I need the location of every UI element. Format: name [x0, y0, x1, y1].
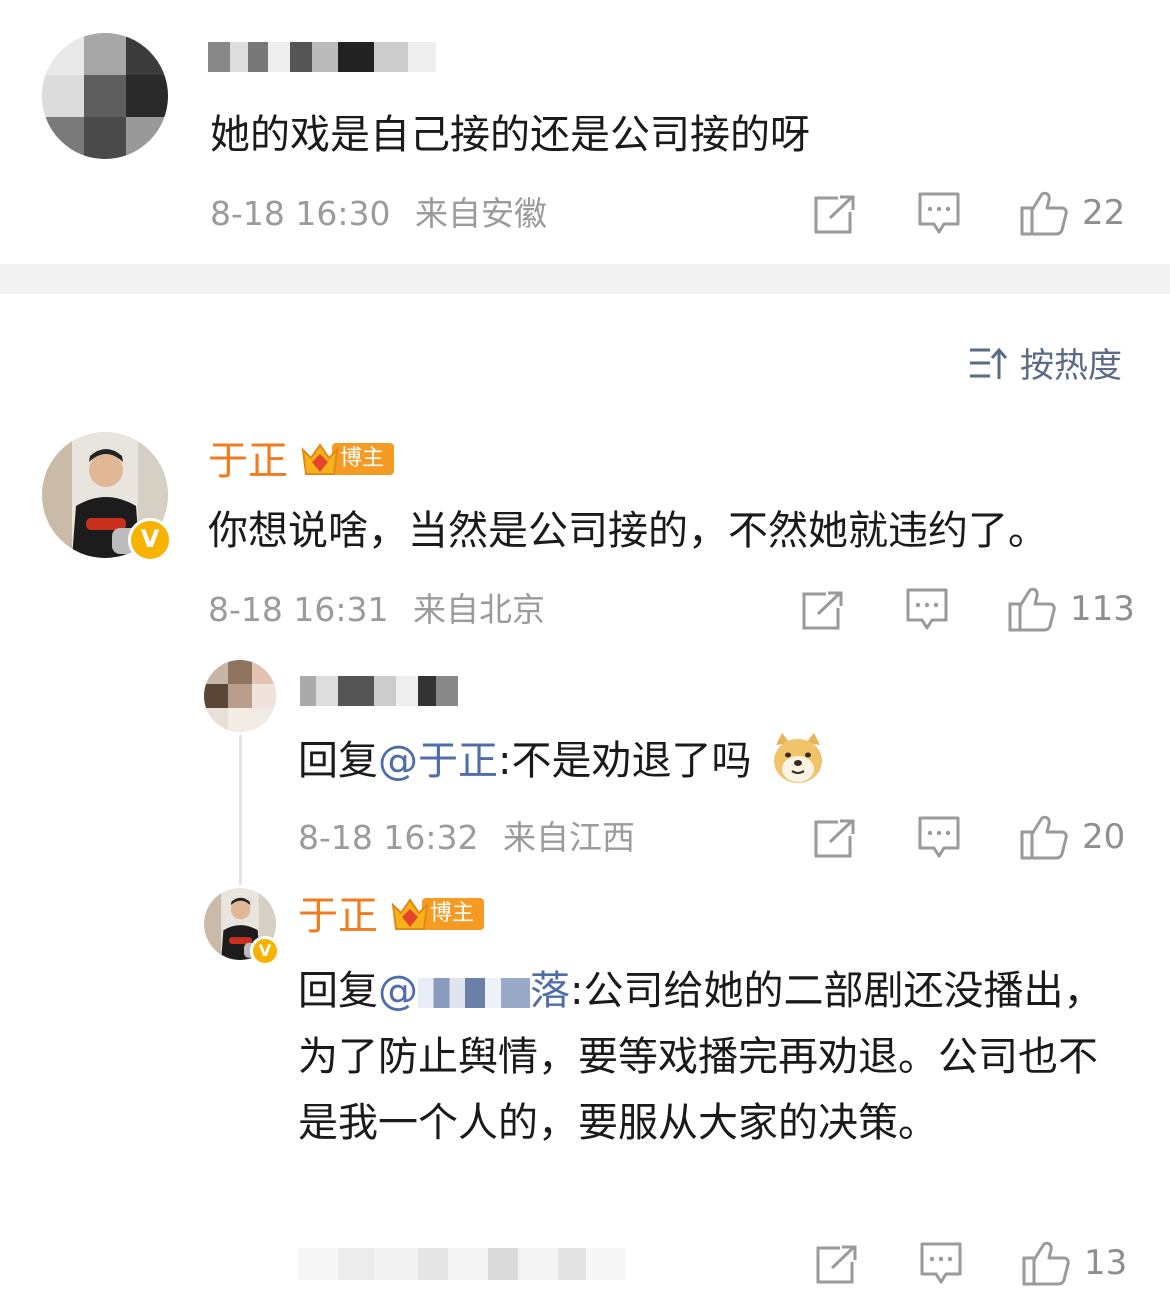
comment-location: 来自安徽: [415, 194, 547, 233]
like-button[interactable]: 20: [1020, 814, 1125, 860]
crown-icon: [301, 443, 339, 475]
reply-body: :不是劝退了吗: [498, 738, 752, 784]
like-count: 113: [1070, 589, 1135, 629]
like-button[interactable]: 113: [1008, 586, 1135, 632]
share-button[interactable]: [814, 818, 856, 858]
comment-button[interactable]: [918, 816, 960, 860]
reply-text: 回复@于正:不是劝退了吗: [298, 730, 826, 792]
reply-prefix: 回复: [298, 968, 378, 1014]
crown-icon: [391, 898, 429, 930]
comment-time: 8-18 16:31: [208, 590, 389, 629]
badge-label: 博主: [332, 443, 395, 475]
like-count: 22: [1082, 193, 1126, 233]
verified-badge-icon: V: [250, 936, 280, 966]
comment-time: 8-18 16:30: [210, 194, 391, 233]
thread-connector: [239, 735, 242, 885]
doge-emoji-icon: [774, 733, 823, 783]
thumbs-up-icon: [1020, 815, 1068, 860]
commenter-avatar[interactable]: [42, 33, 168, 159]
mention-name-blurred: [418, 978, 530, 1008]
verified-badge-icon: V: [128, 518, 172, 562]
sort-label: 按热度: [1020, 346, 1122, 386]
comment-text: 你想说啥，当然是公司接的，不然她就违约了。: [208, 508, 1048, 554]
replier-name-blurred[interactable]: [300, 676, 470, 706]
thumbs-up-icon: [1020, 191, 1068, 236]
sort-toggle[interactable]: 按热度: [968, 338, 1122, 387]
reply-meta: 8-18 16:32 来自江西: [298, 818, 635, 858]
thumbs-up-icon: [1008, 587, 1056, 632]
mention-link[interactable]: @ 落: [378, 968, 570, 1014]
comment-button[interactable]: [906, 588, 948, 632]
section-divider: [0, 264, 1170, 294]
like-button[interactable]: 22: [1020, 190, 1125, 236]
mention-tail: 落: [530, 968, 570, 1014]
share-button[interactable]: [802, 590, 844, 630]
reply-time: 8-18 16:32: [298, 818, 479, 857]
comment-text: 她的戏是自己接的还是公司接的呀: [210, 112, 810, 158]
replier-avatar[interactable]: [204, 660, 276, 732]
comment-meta: 8-18 16:30 来自安徽: [210, 194, 547, 234]
mention-at: @: [378, 968, 418, 1014]
comment-icon: [918, 816, 960, 858]
blogger-badge: 博主: [300, 440, 395, 478]
blogger-badge: 博主: [390, 895, 485, 933]
like-count: 20: [1082, 817, 1126, 857]
reply-text: 回复@ 落:公司给她的二部剧还没播出，为了防止舆情，要等戏播完再劝退。公司也不是我…: [298, 958, 1130, 1156]
sort-icon: [970, 347, 1008, 379]
mention-link[interactable]: @于正: [378, 738, 498, 784]
badge-label: 博主: [422, 898, 485, 930]
comment-button[interactable]: [920, 1242, 962, 1286]
share-icon: [802, 591, 843, 630]
thumbs-up-icon: [1022, 1241, 1070, 1286]
comment-button[interactable]: [918, 192, 960, 236]
commenter-name-blurred[interactable]: [208, 42, 458, 72]
comment-location: 来自北京: [413, 590, 545, 629]
comment-icon: [920, 1242, 962, 1284]
like-count: 13: [1084, 1243, 1128, 1283]
share-icon: [814, 819, 855, 858]
share-button[interactable]: [814, 194, 856, 234]
reply-meta-blurred: [298, 1248, 638, 1280]
author-name[interactable]: 于正: [208, 437, 288, 485]
share-icon: [816, 1245, 857, 1284]
comment-meta: 8-18 16:31 来自北京: [208, 590, 545, 630]
like-button[interactable]: 13: [1022, 1240, 1127, 1286]
share-icon: [814, 195, 855, 234]
comment-icon: [918, 192, 960, 234]
reply-prefix: 回复: [298, 738, 378, 784]
author-name[interactable]: 于正: [298, 892, 378, 940]
share-button[interactable]: [816, 1244, 858, 1284]
reply-location: 来自江西: [503, 818, 635, 857]
comment-icon: [906, 588, 948, 630]
